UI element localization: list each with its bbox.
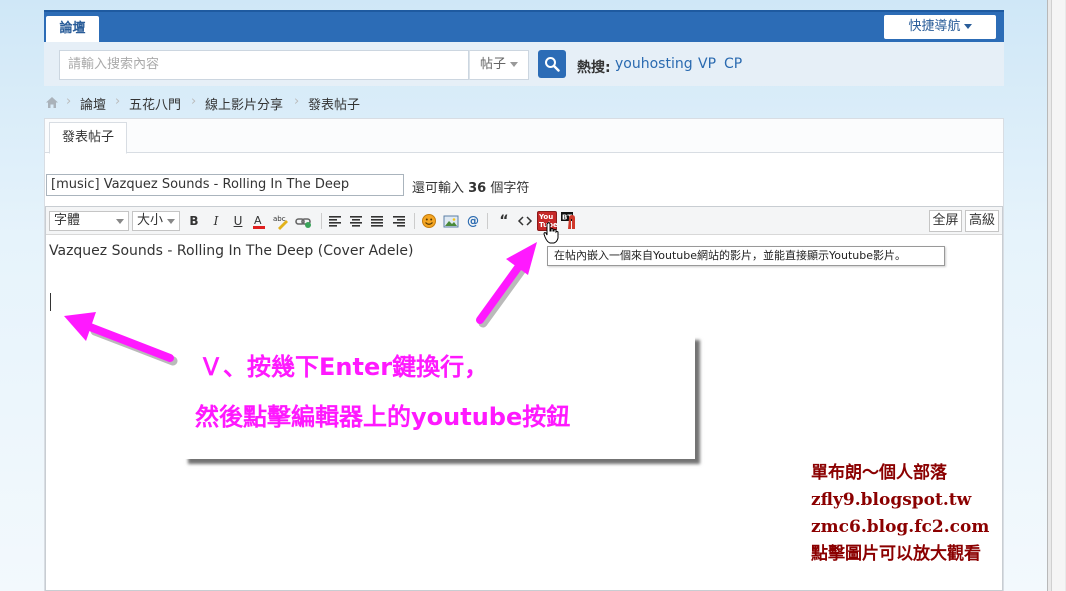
arrow-to-youtube-icon bbox=[476, 242, 537, 328]
annotation-line-1: Ｖ、按幾下Enter鍵換行， bbox=[199, 353, 489, 381]
annotation-callout: Ｖ、按幾下Enter鍵換行， 然後點擊編輯器上的youtube按鈕 bbox=[183, 335, 695, 459]
watermark-line-3: zmc6.blog.fc2.com bbox=[811, 517, 990, 537]
watermark-line-1: 單布朗～個人部落 bbox=[811, 463, 947, 483]
arrow-to-cursor-icon bbox=[64, 312, 178, 366]
watermark-line-2: zfly9.blogspot.tw bbox=[811, 490, 972, 510]
annotation-line-2: 然後點擊編輯器上的youtube按鈕 bbox=[195, 403, 571, 431]
watermark-line-4: 點擊圖片可以放大觀看 bbox=[811, 544, 981, 564]
blog-watermark: 單布朗～個人部落 zfly9.blogspot.tw zmc6.blog.fc2… bbox=[811, 460, 1036, 568]
